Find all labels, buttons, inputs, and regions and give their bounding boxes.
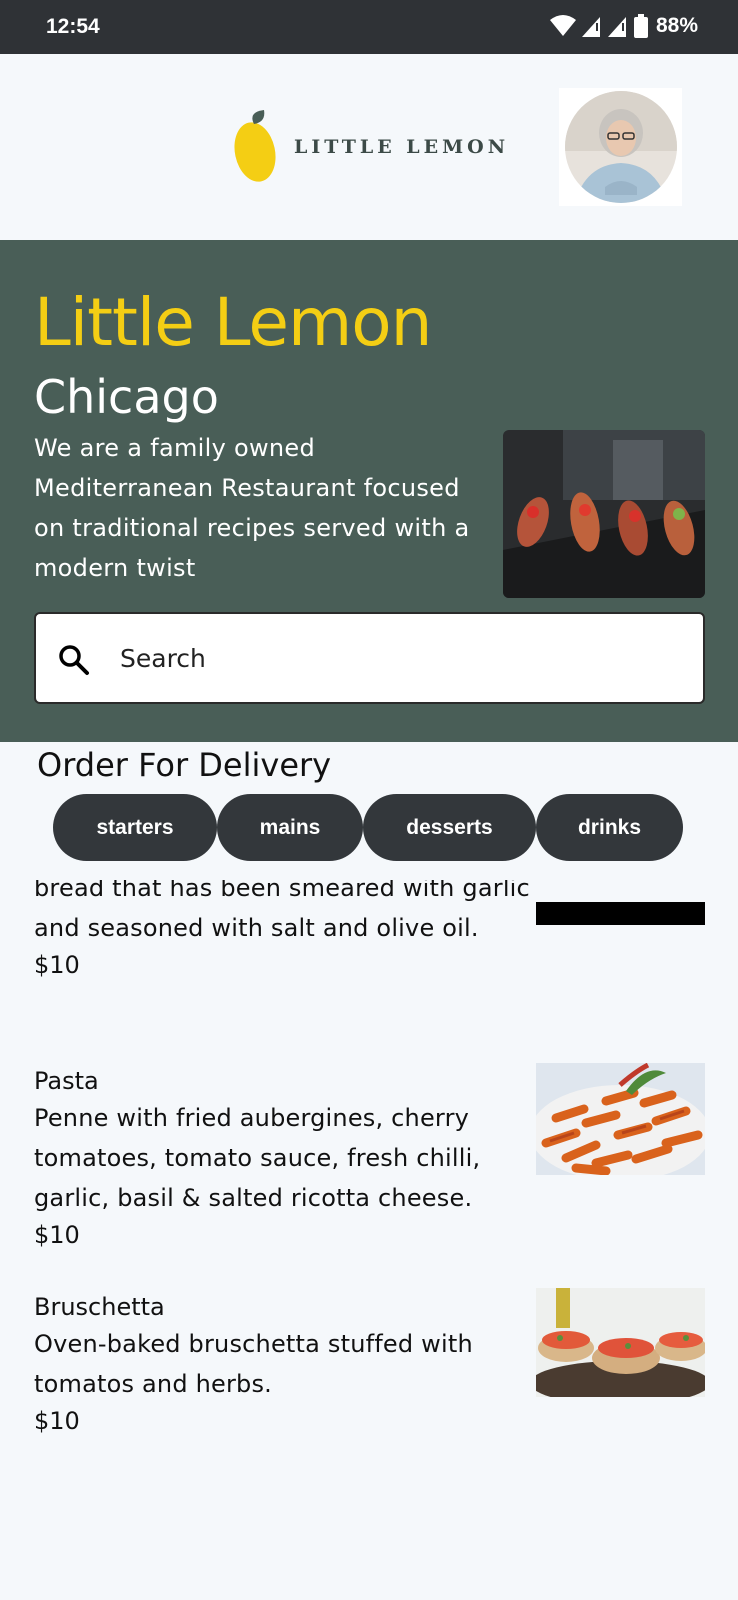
pasta-image: [536, 1063, 705, 1175]
bruschetta-image: [536, 1288, 705, 1397]
avatar: [564, 91, 677, 203]
menu-item-price: $10: [34, 951, 80, 979]
menu-list[interactable]: bread that has been smeared with garlic …: [0, 880, 738, 1600]
menu-item-name: Bruschetta: [34, 1293, 165, 1321]
hero-city: Chicago: [34, 370, 219, 424]
logo-text: LITTLE LEMON: [294, 136, 510, 158]
status-time: 12:54: [46, 15, 100, 38]
hero-section: Little Lemon Chicago We are a family own…: [0, 240, 738, 742]
lemon-logo-icon: [234, 110, 276, 182]
status-icons: 88%: [549, 14, 698, 38]
search-input[interactable]: [120, 638, 680, 678]
menu-item-description: bread that has been smeared with garlic …: [34, 880, 530, 942]
category-chips: starters mains desserts drinks: [53, 794, 683, 861]
order-section-title: Order For Delivery: [37, 746, 332, 784]
hero-image: [503, 430, 705, 598]
menu-item[interactable]: Bruschetta Oven-baked bruschetta stuffed…: [34, 1290, 534, 1438]
wifi-icon: [549, 15, 576, 36]
menu-item-price: $10: [34, 1221, 80, 1249]
category-chip-mains[interactable]: mains: [217, 794, 363, 861]
signal-icon: [581, 17, 600, 37]
battery-percent: 88%: [655, 14, 698, 37]
menu-item-name: Pasta: [34, 1067, 99, 1095]
category-chip-drinks[interactable]: drinks: [536, 794, 683, 861]
hero-title: Little Lemon: [34, 284, 433, 361]
profile-avatar-button[interactable]: [559, 88, 682, 206]
menu-item-price: $10: [34, 1407, 80, 1435]
category-chip-starters[interactable]: starters: [53, 794, 217, 861]
menu-item-description: Oven-baked bruschetta stuffed with tomat…: [34, 1330, 473, 1398]
menu-item-description: Penne with fried aubergines, cherry toma…: [34, 1104, 481, 1212]
menu-item[interactable]: bread that has been smeared with garlic …: [34, 880, 534, 982]
hero-food-image: [503, 430, 705, 598]
search-bar[interactable]: [34, 612, 705, 704]
menu-item-image: [536, 902, 705, 925]
signal-icon-2: [607, 17, 626, 37]
app-logo: LITTLE LEMON: [234, 110, 509, 184]
menu-item[interactable]: Pasta Penne with fried aubergines, cherr…: [34, 1064, 534, 1252]
hero-description: We are a family owned Mediterranean Rest…: [34, 434, 470, 582]
category-chip-desserts[interactable]: desserts: [363, 794, 536, 861]
battery-icon: [633, 14, 648, 38]
menu-item-image: [536, 1288, 705, 1397]
app-header: LITTLE LEMON: [0, 54, 738, 240]
search-icon: [59, 645, 89, 675]
menu-item-image: [536, 1063, 705, 1175]
status-bar: 12:54 88%: [0, 0, 738, 54]
